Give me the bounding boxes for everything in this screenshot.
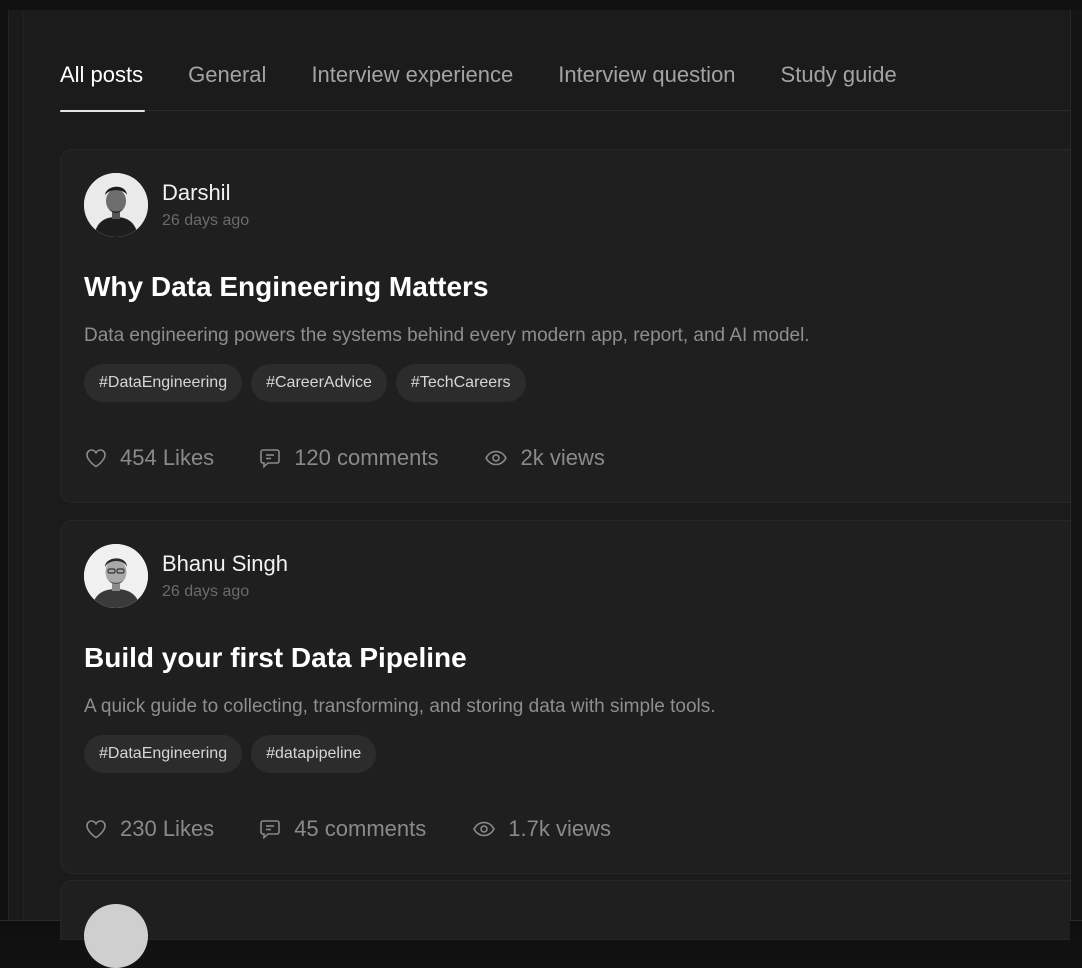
views-count: 2k views — [520, 445, 605, 470]
avatar[interactable] — [84, 173, 148, 237]
avatar-image — [84, 544, 148, 608]
tab-study-guide[interactable]: Study guide — [781, 56, 897, 111]
post-time: 26 days ago — [162, 212, 250, 229]
post-stats: 454 Likes 120 comments 2k views — [84, 445, 605, 471]
avatar-image — [84, 173, 148, 237]
eye-icon — [473, 821, 496, 837]
tab-interview-question[interactable]: Interview question — [558, 56, 735, 111]
post-description: Data engineering powers the systems behi… — [84, 325, 810, 346]
comments-button[interactable]: 120 comments — [258, 445, 438, 471]
tag-list: #DataEngineering #datapipeline — [84, 735, 377, 773]
like-button[interactable]: 454 Likes — [84, 445, 214, 471]
views-stat: 2k views — [484, 445, 605, 471]
eye-icon — [485, 450, 508, 466]
like-button[interactable]: 230 Likes — [84, 816, 214, 842]
avatar[interactable] — [84, 904, 148, 968]
comments-count: 120 comments — [294, 445, 439, 470]
comment-icon — [260, 449, 280, 469]
heart-icon — [86, 820, 106, 839]
post-stats: 230 Likes 45 comments 1.7k views — [84, 816, 611, 842]
category-tabs: All posts General Interview experience I… — [60, 56, 1070, 112]
avatar[interactable] — [84, 544, 148, 608]
comments-count: 45 comments — [294, 816, 427, 841]
author-name[interactable]: Darshil — [162, 180, 230, 206]
tab-interview-experience[interactable]: Interview experience — [311, 56, 513, 111]
views-stat: 1.7k views — [472, 816, 611, 842]
tag-list: #DataEngineering #CareerAdvice #TechCare… — [84, 364, 526, 402]
post-title[interactable]: Why Data Engineering Matters — [84, 271, 489, 303]
post-title[interactable]: Build your first Data Pipeline — [84, 642, 467, 674]
heart-icon — [86, 449, 106, 468]
tag-chip[interactable]: #datapipeline — [251, 735, 377, 773]
scrollbar-track[interactable] — [1070, 10, 1082, 920]
comment-icon — [260, 820, 280, 840]
post-card[interactable] — [60, 880, 1070, 968]
post-time: 26 days ago — [162, 583, 250, 600]
likes-count: 454 Likes — [120, 445, 215, 470]
post-description: A quick guide to collecting, transformin… — [84, 696, 716, 717]
tab-general[interactable]: General — [188, 56, 266, 111]
tab-all-posts[interactable]: All posts — [60, 56, 146, 112]
author-name[interactable]: Bhanu Singh — [162, 551, 288, 577]
tag-chip[interactable]: #DataEngineering — [84, 735, 243, 773]
likes-count: 230 Likes — [120, 816, 215, 841]
post-card[interactable]: Bhanu Singh 26 days ago Build your first… — [60, 520, 1070, 874]
comments-button[interactable]: 45 comments — [258, 816, 426, 842]
tag-chip[interactable]: #CareerAdvice — [251, 364, 387, 402]
tag-chip[interactable]: #DataEngineering — [84, 364, 243, 402]
views-count: 1.7k views — [508, 816, 611, 841]
post-card[interactable]: Darshil 26 days ago Why Data Engineering… — [60, 149, 1070, 503]
tag-chip[interactable]: #TechCareers — [395, 364, 526, 402]
